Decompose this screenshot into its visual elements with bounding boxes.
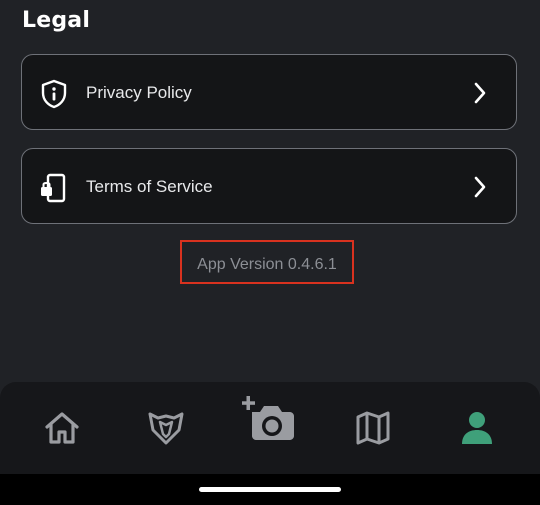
app-version-text: App Version 0.4.6.1 (197, 256, 337, 273)
chevron-right-icon (474, 176, 486, 198)
shield-info-icon (41, 79, 67, 109)
nav-map[interactable] (333, 382, 413, 474)
map-icon (356, 411, 390, 445)
bottom-navigation (0, 382, 540, 474)
app-version-highlight: App Version 0.4.6.1 (180, 240, 354, 284)
privacy-policy-item[interactable]: Privacy Policy (21, 54, 517, 130)
nav-guild[interactable] (126, 382, 206, 474)
terms-of-service-item[interactable]: Terms of Service (21, 148, 517, 224)
person-icon (462, 412, 492, 444)
nav-add-photo[interactable] (230, 382, 310, 474)
chevron-right-icon (474, 82, 486, 104)
shield-wolf-icon (148, 412, 184, 445)
phone-lock-icon (41, 173, 66, 203)
section-title: Legal (22, 8, 91, 33)
camera-plus-icon (242, 396, 294, 440)
nav-home[interactable] (22, 382, 102, 474)
privacy-policy-label: Privacy Policy (86, 83, 192, 102)
terms-of-service-label: Terms of Service (86, 177, 213, 196)
legal-screen: Legal Privacy Policy Terms of Service Ap… (0, 0, 540, 505)
home-indicator[interactable] (199, 487, 341, 492)
nav-profile[interactable] (437, 382, 517, 474)
home-icon (45, 412, 79, 444)
